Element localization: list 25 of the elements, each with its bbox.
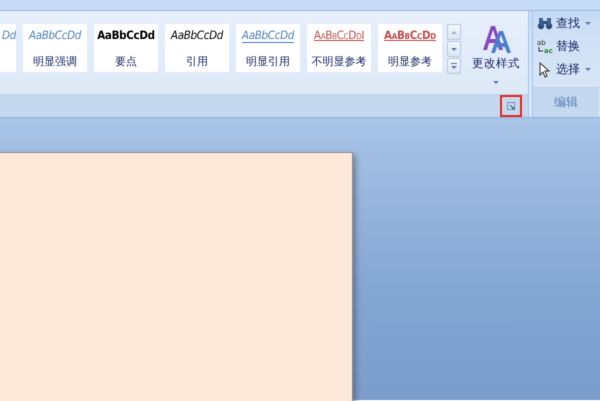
editing-command[interactable]: 查找 — [537, 13, 597, 34]
scroll-up-button[interactable] — [447, 24, 461, 40]
caret-icon — [493, 81, 499, 84]
caret-icon — [450, 62, 458, 70]
cursor-icon — [537, 62, 553, 78]
style-tile[interactable]: Dd — [0, 24, 16, 72]
caret-icon — [450, 28, 458, 36]
caret-icon — [585, 68, 591, 71]
style-tile[interactable]: AaBbCcDd 明显引用 — [236, 24, 300, 72]
editing-command[interactable]: 选择 — [537, 59, 597, 80]
caret-icon — [585, 22, 591, 25]
gallery-expand-button[interactable] — [447, 58, 461, 74]
style-tile[interactable]: AaBbCcDd 明显参考 — [378, 24, 442, 72]
style-tile[interactable]: AaBbCcDd 要点 — [94, 24, 158, 72]
scroll-down-button[interactable] — [447, 41, 461, 57]
group-label: 编辑 — [554, 94, 578, 111]
launcher-icon — [507, 102, 515, 110]
letters-icon — [480, 23, 512, 54]
style-tile[interactable]: AaBbCcDd 引用 — [165, 24, 229, 72]
change-styles-button[interactable]: 更改样式 — [468, 19, 524, 93]
style-tile[interactable]: AaBbCcDd 明显强调 — [23, 24, 87, 72]
caret-icon — [450, 46, 458, 52]
style-tile[interactable]: AaBbCcDdI 不明显参考 — [307, 24, 371, 72]
dialog-launcher-button[interactable] — [500, 95, 522, 117]
binoculars-icon — [537, 16, 553, 32]
